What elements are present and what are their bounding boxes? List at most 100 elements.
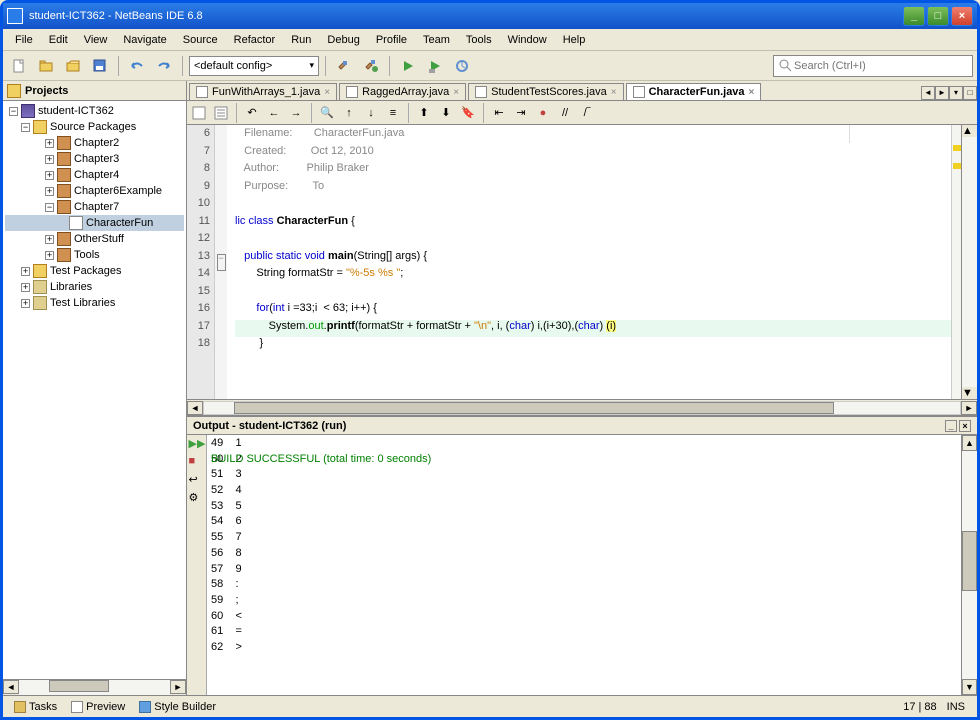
- scroll-right-icon[interactable]: ►: [961, 401, 977, 415]
- close-icon[interactable]: ×: [959, 420, 971, 432]
- save-all-button[interactable]: [88, 54, 112, 78]
- expand-icon[interactable]: +: [21, 267, 30, 276]
- scroll-thumb[interactable]: [49, 680, 109, 692]
- open-button[interactable]: [61, 54, 85, 78]
- next-bookmark-button[interactable]: ⬇: [436, 103, 456, 123]
- scroll-down-icon[interactable]: ▼: [962, 387, 977, 399]
- expand-icon[interactable]: +: [21, 283, 30, 292]
- tab-list-button[interactable]: ▾: [949, 86, 963, 100]
- expand-icon[interactable]: +: [45, 187, 54, 196]
- preview-button[interactable]: Preview: [64, 698, 132, 716]
- scroll-right-icon[interactable]: ►: [170, 680, 186, 694]
- highlight-button[interactable]: ≡: [383, 103, 403, 123]
- tab-max-button[interactable]: □: [963, 86, 977, 100]
- style-builder-button[interactable]: Style Builder: [132, 698, 223, 716]
- error-strip[interactable]: [951, 125, 961, 399]
- scroll-up-icon[interactable]: ▲: [962, 435, 977, 451]
- scroll-thumb[interactable]: [234, 402, 834, 414]
- project-tree[interactable]: −student-ICT362 −Source Packages +Chapte…: [3, 101, 186, 679]
- output-vscroll[interactable]: ▲ ▼: [961, 435, 977, 695]
- menu-help[interactable]: Help: [555, 32, 594, 48]
- run-button[interactable]: [396, 54, 420, 78]
- scroll-left-icon[interactable]: ◄: [3, 680, 19, 694]
- rerun-button[interactable]: ▶▶: [189, 437, 205, 453]
- menu-tools[interactable]: Tools: [458, 32, 500, 48]
- close-icon[interactable]: ×: [611, 87, 617, 98]
- search-box[interactable]: [773, 55, 973, 77]
- find-prev-button[interactable]: ↑: [339, 103, 359, 123]
- maximize-button[interactable]: □: [927, 6, 949, 26]
- uncomment-button[interactable]: /‾: [577, 103, 597, 123]
- output-text[interactable]: 49 150 251 352 453 554 655 756 857 958 :…: [207, 435, 961, 695]
- scroll-down-icon[interactable]: ▼: [962, 679, 977, 695]
- find-next-button[interactable]: ↓: [361, 103, 381, 123]
- tab-characterfun[interactable]: CharacterFun.java×: [626, 83, 762, 100]
- menu-navigate[interactable]: Navigate: [115, 32, 174, 48]
- menu-file[interactable]: File: [7, 32, 41, 48]
- expand-icon[interactable]: +: [45, 235, 54, 244]
- menu-debug[interactable]: Debug: [319, 32, 367, 48]
- tab-studenttestscores[interactable]: StudentTestScores.java×: [468, 83, 623, 100]
- back-button[interactable]: ←: [264, 103, 284, 123]
- last-edit-button[interactable]: ↶: [242, 103, 262, 123]
- macro-button[interactable]: ●: [533, 103, 553, 123]
- minimize-button[interactable]: _: [903, 6, 925, 26]
- menu-profile[interactable]: Profile: [368, 32, 415, 48]
- clean-build-button[interactable]: [359, 54, 383, 78]
- expand-icon[interactable]: +: [45, 139, 54, 148]
- build-button[interactable]: [332, 54, 356, 78]
- close-icon[interactable]: ×: [749, 87, 755, 98]
- expand-icon[interactable]: +: [45, 251, 54, 260]
- stop-button[interactable]: ■: [189, 455, 205, 471]
- config-dropdown[interactable]: <default config>: [189, 56, 319, 76]
- editor-vscroll[interactable]: ▲ ▼: [961, 125, 977, 399]
- scroll-thumb[interactable]: [962, 137, 977, 237]
- redo-button[interactable]: [152, 54, 176, 78]
- tab-prev-button[interactable]: ◄: [921, 86, 935, 100]
- tab-raggedarray[interactable]: RaggedArray.java×: [339, 83, 466, 100]
- new-project-button[interactable]: [34, 54, 58, 78]
- profile-button[interactable]: [450, 54, 474, 78]
- expand-icon[interactable]: −: [21, 123, 30, 132]
- tab-funwitharrays[interactable]: FunWithArrays_1.java×: [189, 83, 337, 100]
- menu-edit[interactable]: Edit: [41, 32, 76, 48]
- settings-button[interactable]: ⚙: [189, 491, 205, 507]
- menu-refactor[interactable]: Refactor: [226, 32, 284, 48]
- source-view-button[interactable]: [189, 103, 209, 123]
- undo-button[interactable]: [125, 54, 149, 78]
- menu-view[interactable]: View: [76, 32, 116, 48]
- menu-team[interactable]: Team: [415, 32, 458, 48]
- fold-icon[interactable]: −: [217, 254, 226, 272]
- expand-icon[interactable]: +: [21, 299, 30, 308]
- scroll-thumb[interactable]: [962, 531, 977, 591]
- expand-icon[interactable]: +: [45, 155, 54, 164]
- code-editor[interactable]: 6789101112131415161718 − Filename: Chara…: [187, 125, 977, 399]
- forward-button[interactable]: →: [286, 103, 306, 123]
- panel-hscroll[interactable]: ◄ ►: [3, 679, 186, 695]
- expand-icon[interactable]: −: [9, 107, 18, 116]
- menu-run[interactable]: Run: [283, 32, 319, 48]
- scroll-left-icon[interactable]: ◄: [187, 401, 203, 415]
- scroll-up-icon[interactable]: ▲: [962, 125, 977, 137]
- shift-right-button[interactable]: ⇥: [511, 103, 531, 123]
- find-selection-button[interactable]: 🔍: [317, 103, 337, 123]
- tasks-button[interactable]: Tasks: [7, 698, 64, 716]
- code-content[interactable]: Filename: CharacterFun.java Created: Oct…: [227, 125, 951, 399]
- expand-icon[interactable]: −: [45, 203, 54, 212]
- close-button[interactable]: ×: [951, 6, 973, 26]
- menu-window[interactable]: Window: [500, 32, 555, 48]
- expand-icon[interactable]: +: [45, 171, 54, 180]
- prev-bookmark-button[interactable]: ⬆: [414, 103, 434, 123]
- new-file-button[interactable]: [7, 54, 31, 78]
- debug-button[interactable]: [423, 54, 447, 78]
- editor-hscroll[interactable]: ◄ ►: [187, 399, 977, 415]
- toggle-bookmark-button[interactable]: 🔖: [458, 103, 478, 123]
- close-icon[interactable]: ×: [453, 87, 459, 98]
- menu-source[interactable]: Source: [175, 32, 226, 48]
- fold-gutter[interactable]: −: [215, 125, 227, 399]
- comment-button[interactable]: //: [555, 103, 575, 123]
- search-input[interactable]: [794, 60, 968, 72]
- shift-left-button[interactable]: ⇤: [489, 103, 509, 123]
- history-button[interactable]: [211, 103, 231, 123]
- close-icon[interactable]: ×: [324, 87, 330, 98]
